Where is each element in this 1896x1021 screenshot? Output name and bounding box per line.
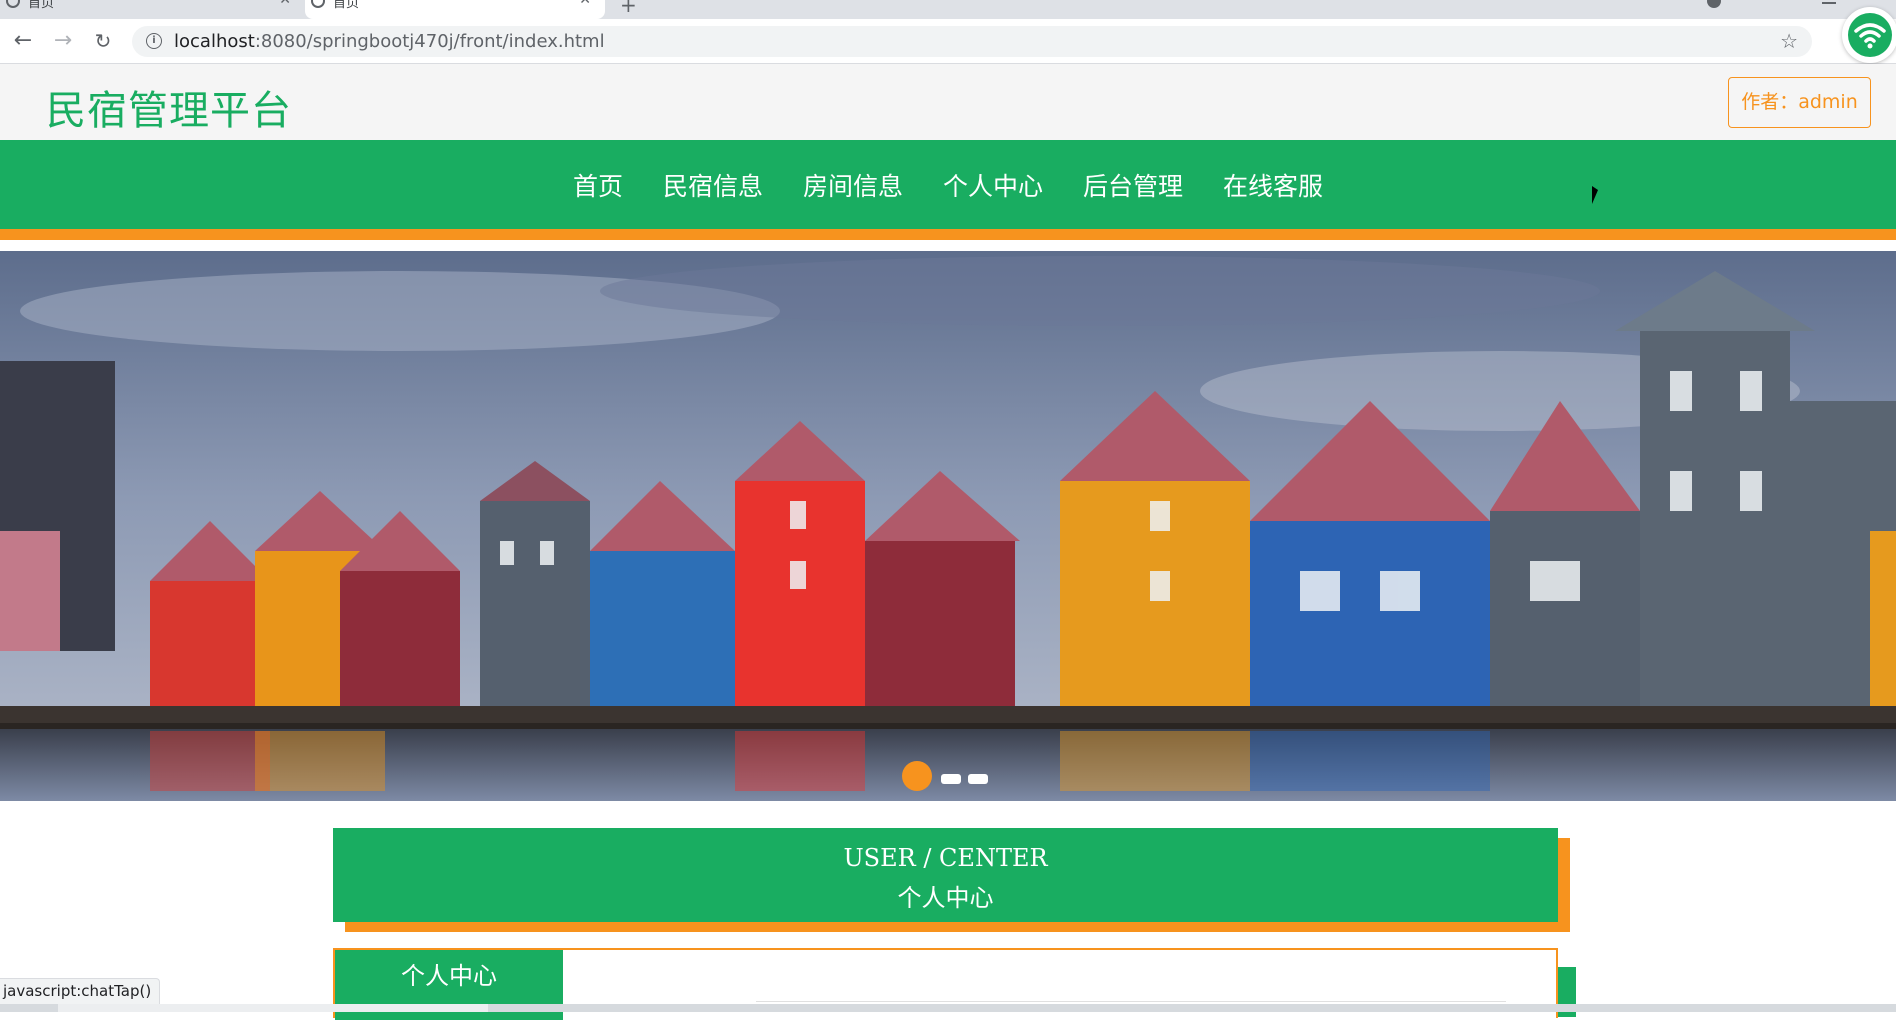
new-tab-button[interactable]: + bbox=[620, 0, 637, 17]
section-title-cn: 个人中心 bbox=[897, 884, 994, 912]
globe-icon bbox=[6, 0, 20, 8]
author-badge[interactable]: 作者：admin bbox=[1728, 77, 1871, 128]
minimize-icon[interactable] bbox=[1822, 0, 1836, 4]
browser-tab-label: 首页 bbox=[333, 0, 360, 11]
site-logo[interactable]: 民宿管理平台 bbox=[46, 78, 292, 136]
star-icon[interactable]: ☆ bbox=[1780, 29, 1798, 53]
carousel-dot[interactable] bbox=[968, 774, 988, 784]
banner-image bbox=[0, 251, 1896, 801]
browser-tabstrip: 首页 ✕ 首页 ✕ + bbox=[0, 0, 1896, 19]
banner-carousel[interactable] bbox=[0, 251, 1896, 801]
browser-tab-1[interactable]: 首页 ✕ bbox=[0, 0, 305, 19]
address-bar[interactable]: i localhost:8080/springbootj470j/front/i… bbox=[132, 26, 1812, 57]
globe-icon bbox=[311, 0, 325, 8]
carousel-dot[interactable] bbox=[941, 774, 961, 784]
info-icon[interactable]: i bbox=[146, 33, 162, 49]
nav-item-room-info[interactable]: 房间信息 bbox=[783, 140, 923, 229]
section-title: USER / CENTER 个人中心 bbox=[333, 828, 1558, 922]
wifi-extension-button[interactable] bbox=[1842, 7, 1896, 63]
profile-icon[interactable] bbox=[1707, 0, 1721, 8]
nav-item-user-center[interactable]: 个人中心 bbox=[923, 140, 1063, 229]
carousel-dot-active[interactable] bbox=[902, 761, 932, 791]
wifi-icon bbox=[1848, 13, 1892, 57]
url-text[interactable]: localhost:8080/springbootj470j/front/ind… bbox=[174, 31, 605, 52]
browser-tab-label: 首页 bbox=[28, 0, 55, 11]
section-title-en: USER / CENTER bbox=[843, 844, 1048, 872]
url-host: localhost bbox=[174, 31, 255, 52]
scrollbar-thumb[interactable] bbox=[58, 1004, 488, 1012]
nav-item-home[interactable]: 首页 bbox=[553, 140, 643, 229]
status-bar: javascript:chatTap() bbox=[0, 978, 161, 1004]
browser-toolbar: ← → ↻ i localhost:8080/springbootj470j/f… bbox=[0, 19, 1896, 64]
close-icon[interactable]: ✕ bbox=[279, 0, 291, 7]
arrow-right-icon[interactable]: → bbox=[50, 28, 76, 54]
nav-item-online-service[interactable]: 在线客服 bbox=[1203, 140, 1343, 229]
mouse-cursor bbox=[1592, 186, 1598, 204]
nav-item-homestay-info[interactable]: 民宿信息 bbox=[643, 140, 783, 229]
browser-bottom-edge bbox=[0, 1004, 1896, 1012]
web-page: 民宿管理平台 作者：admin 首页 民宿信息 房间信息 个人中心 后台管理 在… bbox=[0, 64, 1896, 1020]
main-nav: 首页 民宿信息 房间信息 个人中心 后台管理 在线客服 bbox=[0, 140, 1896, 240]
url-path: :8080/springbootj470j/front/index.html bbox=[254, 31, 605, 52]
site-header: 民宿管理平台 作者：admin bbox=[0, 64, 1896, 140]
close-icon[interactable]: ✕ bbox=[579, 0, 591, 7]
arrow-left-icon[interactable]: ← bbox=[10, 28, 36, 54]
browser-tab-2[interactable]: 首页 ✕ bbox=[305, 0, 605, 19]
reload-icon[interactable]: ↻ bbox=[90, 28, 116, 54]
nav-item-admin[interactable]: 后台管理 bbox=[1063, 140, 1203, 229]
carousel-indicators bbox=[0, 761, 1896, 795]
